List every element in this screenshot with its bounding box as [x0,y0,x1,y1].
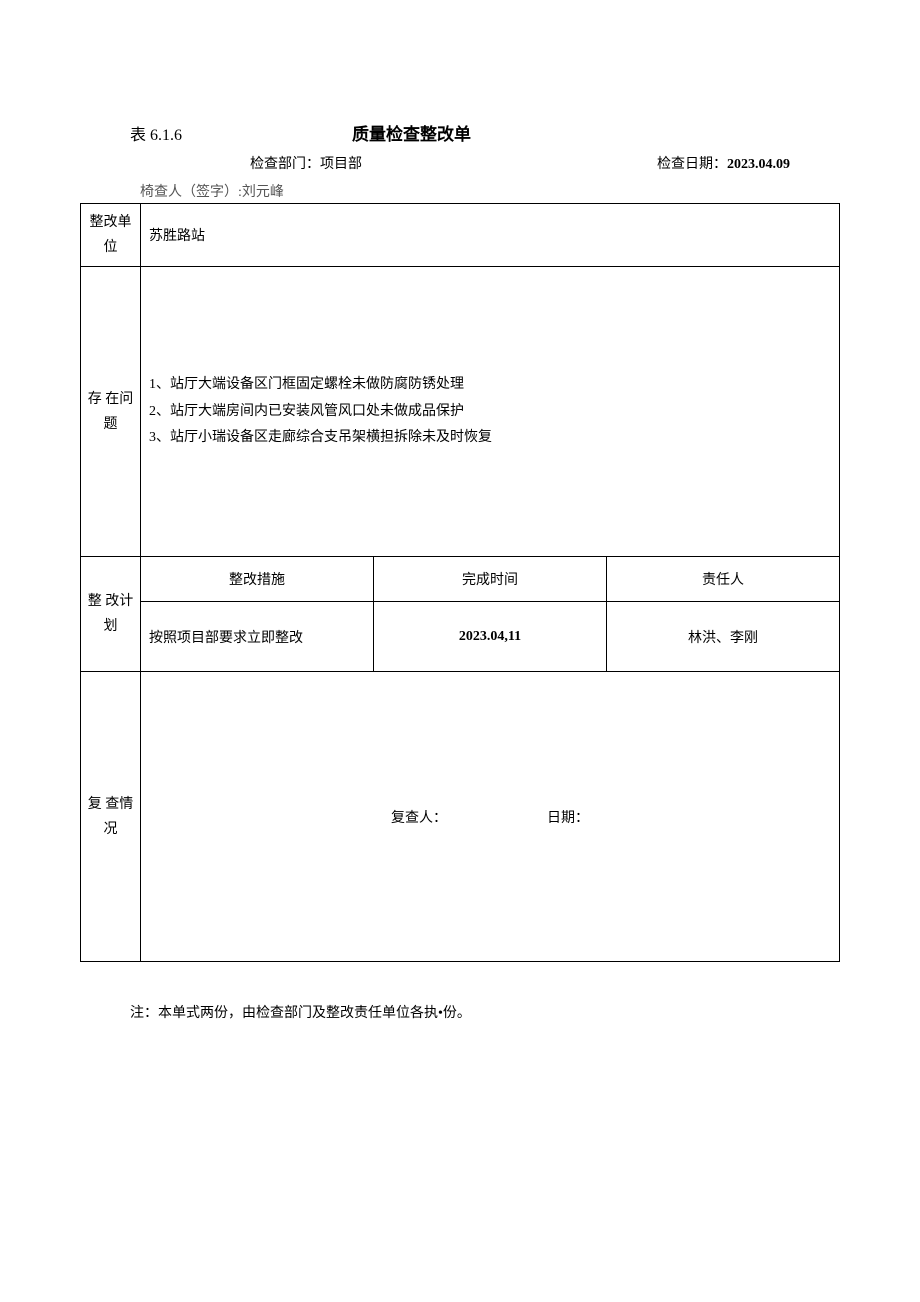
review-bottom: 复查人： 日期： [149,807,831,827]
date-value: 2023.04.09 [727,157,790,172]
form-title: 质量检查整改单 [352,120,471,145]
plan-header-row: 整 改计 划 整改措施 完成时间 责任人 [81,557,840,602]
dept-info: 检查部门：项目部 [250,153,362,173]
review-row: 复 查情 况 复查人： 日期： [81,672,840,962]
problems-label: 存 在问题 [81,267,141,557]
review-content: 复查人： 日期： [141,672,840,962]
unit-value: 苏胜路站 [141,204,840,267]
date-label: 检查日期： [657,157,727,172]
review-date-label: 日期： [547,807,589,827]
inspector-row: 椅查人（签字）:刘元峰 [140,181,840,201]
problem-1: 1、站厅大端设备区门框固定螺栓未做防腐防锈处理 [149,372,831,399]
inspector-value: 刘元峰 [242,185,284,200]
reviewer-label: 复查人： [391,807,447,827]
problem-3: 3、站厅小瑞设备区走廊综合支吊架横担拆除未及时恢复 [149,425,831,452]
footer-note: 注：本单式两份，由检查部门及整改责任单位各执•份。 [130,1002,840,1022]
review-label: 复 查情 况 [81,672,141,962]
unit-row: 整改单位 苏胜路站 [81,204,840,267]
unit-label: 整改单位 [81,204,141,267]
complete-time-value: 2023.04,11 [374,602,607,672]
date-info: 检查日期：2023.04.09 [657,153,790,173]
responsible-value: 林洪、李刚 [607,602,840,672]
info-row: 检查部门：项目部 检查日期：2023.04.09 [80,153,840,173]
measure-value: 按照项目部要求立即整改 [141,602,374,672]
problems-row: 存 在问题 1、站厅大端设备区门框固定螺栓未做防腐防锈处理 2、站厅大端房间内已… [81,267,840,557]
plan-label: 整 改计 划 [81,557,141,672]
responsible-header: 责任人 [607,557,840,602]
problem-2: 2、站厅大端房间内已安装风管风口处未做成品保护 [149,399,831,426]
problems-content: 1、站厅大端设备区门框固定螺栓未做防腐防锈处理 2、站厅大端房间内已安装风管风口… [141,267,840,557]
header-row: 表 6.1.6 质量检查整改单 [80,120,840,145]
measure-header: 整改措施 [141,557,374,602]
plan-content-row: 按照项目部要求立即整改 2023.04,11 林洪、李刚 [81,602,840,672]
dept-value: 项目部 [320,157,362,172]
table-number: 表 6.1.6 [130,121,182,145]
inspector-label: 椅查人（签字）: [140,185,242,200]
complete-time-header: 完成时间 [374,557,607,602]
dept-label: 检查部门： [250,157,320,172]
main-table: 整改单位 苏胜路站 存 在问题 1、站厅大端设备区门框固定螺栓未做防腐防锈处理 … [80,203,840,962]
